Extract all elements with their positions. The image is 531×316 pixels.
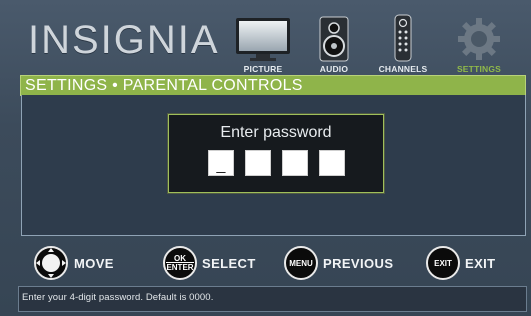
control-hints-bar: MOVE OK ENTER SELECT MENU PREVIOUS EXIT … bbox=[0, 240, 531, 286]
select-label: SELECT bbox=[202, 255, 256, 271]
pin-digit-4[interactable] bbox=[319, 150, 345, 176]
dpad-icon bbox=[34, 246, 68, 280]
exit-button-icon: EXIT bbox=[426, 246, 460, 280]
tab-channels[interactable]: CHANNELS bbox=[370, 10, 436, 74]
status-text: Enter your 4-digit password. Default is … bbox=[22, 292, 214, 303]
exit-hint: EXIT EXIT bbox=[426, 240, 496, 286]
tab-settings[interactable]: SETTINGS bbox=[446, 10, 512, 74]
tab-audio-label: AUDIO bbox=[319, 64, 349, 74]
menu-button-text: MENU bbox=[289, 258, 313, 268]
exit-button-text: EXIT bbox=[434, 258, 452, 268]
status-bar: Enter your 4-digit password. Default is … bbox=[18, 286, 527, 312]
tab-audio[interactable]: AUDIO bbox=[309, 10, 359, 74]
tab-picture-label: PICTURE bbox=[243, 64, 283, 74]
speaker-icon bbox=[319, 16, 349, 62]
password-prompt: Enter password bbox=[220, 124, 332, 141]
move-label: MOVE bbox=[74, 255, 114, 271]
tv-icon bbox=[236, 18, 290, 61]
pin-digit-2[interactable] bbox=[245, 150, 271, 176]
previous-hint: MENU PREVIOUS bbox=[284, 240, 393, 286]
previous-label: PREVIOUS bbox=[323, 255, 394, 271]
tab-settings-label: SETTINGS bbox=[456, 64, 502, 74]
menu-title: SETTINGS • PARENTAL CONTROLS bbox=[25, 77, 303, 94]
password-dialog: Enter password _ bbox=[167, 113, 385, 194]
exit-label: EXIT bbox=[465, 255, 496, 271]
enter-text: ENTER bbox=[166, 262, 194, 272]
menu-button-icon: MENU bbox=[284, 246, 318, 280]
move-hint: MOVE bbox=[33, 240, 114, 286]
gear-icon bbox=[458, 18, 500, 60]
menu-title-bar: SETTINGS • PARENTAL CONTROLS bbox=[20, 75, 526, 96]
tab-picture[interactable]: PICTURE bbox=[226, 10, 300, 74]
pin-digit-1[interactable]: _ bbox=[208, 150, 234, 176]
select-hint: OK ENTER SELECT bbox=[163, 240, 256, 286]
ok-enter-button-icon: OK ENTER bbox=[163, 246, 197, 280]
tab-channels-label: CHANNELS bbox=[378, 64, 428, 74]
insignia-logo: INSIGNIA bbox=[28, 18, 220, 62]
tv-osd-screen: INSIGNIA PICTURE AUDIO CHANNELS SETTINGS… bbox=[0, 0, 531, 316]
pin-digit-3[interactable] bbox=[282, 150, 308, 176]
remote-icon bbox=[394, 14, 412, 62]
